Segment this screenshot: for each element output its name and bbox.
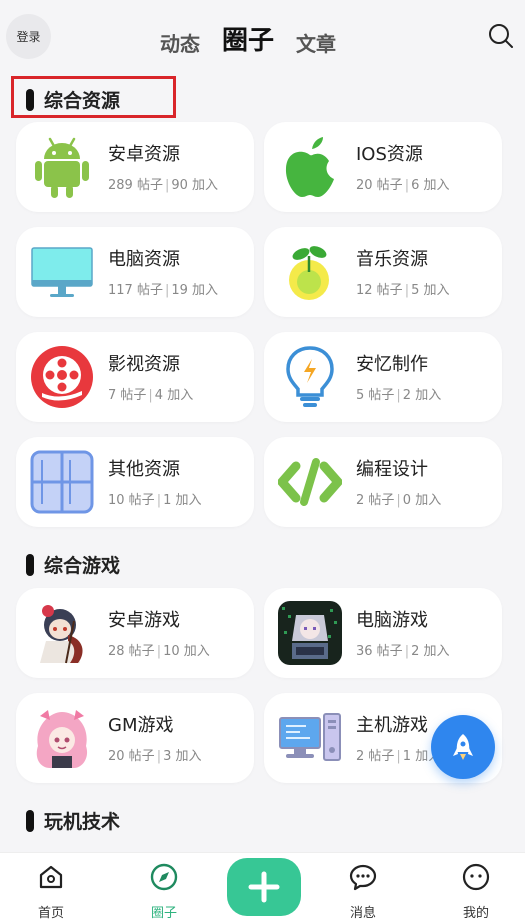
card-name: 电脑资源: [108, 249, 180, 270]
top-tabs: 动态 圈子 文章: [160, 20, 336, 57]
chat-icon: [349, 864, 377, 891]
circle-card-pc-games[interactable]: 电脑游戏 36 帖子 | 2 加入: [264, 588, 502, 678]
nav-label: 圈子: [150, 906, 177, 921]
card-stats: 12 帖子 | 5 加入: [356, 283, 450, 298]
pixel-character-icon: [278, 601, 342, 665]
section-header-games: 综合游戏: [26, 551, 120, 578]
plus-icon: [248, 871, 280, 903]
card-stats: 5 帖子 | 2 加入: [356, 388, 442, 403]
circle-card-gm-games[interactable]: GM游戏 20 帖子 | 3 加入: [16, 693, 254, 783]
section-marker: [26, 809, 34, 832]
card-name: 安卓游戏: [108, 610, 180, 631]
card-name: GM游戏: [108, 715, 174, 736]
card-stats: 7 帖子 | 4 加入: [108, 388, 194, 403]
nav-label: 首页: [37, 906, 64, 921]
circle-card-video-resources[interactable]: 影视资源 7 帖子 | 4 加入: [16, 332, 254, 422]
compass-icon: [150, 863, 178, 891]
computer-console-icon: [278, 706, 342, 770]
section-marker: [26, 553, 34, 576]
nav-label: 消息: [349, 906, 376, 921]
card-stats: 117 帖子 | 19 加入: [108, 283, 219, 298]
lightbulb-icon: [278, 345, 342, 409]
nav-label: 我的: [462, 906, 489, 921]
highlight-box: [11, 76, 176, 118]
circle-card-ios-resources[interactable]: IOS资源 20 帖子 | 6 加入: [264, 122, 502, 212]
card-name: 安忆制作: [356, 354, 428, 375]
card-stats: 2 帖子 | 1 加入: [356, 749, 442, 764]
apple-icon: [278, 135, 342, 199]
tab-dynamic[interactable]: 动态: [160, 28, 200, 57]
tab-circle[interactable]: 圈子: [222, 20, 274, 57]
create-post-button[interactable]: [227, 858, 301, 916]
card-name: 编程设计: [356, 459, 428, 480]
nav-home[interactable]: 首页: [11, 853, 91, 923]
card-stats: 20 帖子 | 6 加入: [356, 178, 450, 193]
search-icon[interactable]: [487, 22, 515, 50]
nav-messages[interactable]: 消息: [323, 853, 403, 923]
card-stats: 28 帖子 | 10 加入: [108, 644, 210, 659]
card-stats: 10 帖子 | 1 加入: [108, 493, 202, 508]
card-stats: 2 帖子 | 0 加入: [356, 493, 442, 508]
home-icon: [39, 865, 63, 889]
circle-card-android-games[interactable]: 安卓游戏 28 帖子 | 10 加入: [16, 588, 254, 678]
anime-girl-icon: [30, 706, 94, 770]
code-icon: [278, 450, 342, 514]
card-stats: 289 帖子 | 90 加入: [108, 178, 219, 193]
card-stats: 20 帖子 | 3 加入: [108, 749, 202, 764]
top-header: 登录 动态 圈子 文章: [0, 0, 525, 76]
section-title: 综合游戏: [44, 555, 121, 577]
circle-card-anyi-production[interactable]: 安忆制作 5 帖子 | 2 加入: [264, 332, 502, 422]
circle-card-other-resources[interactable]: 其他资源 10 帖子 | 1 加入: [16, 437, 254, 527]
rocket-icon: [453, 734, 473, 760]
anime-character-icon: [30, 601, 94, 665]
card-name: IOS资源: [356, 144, 423, 165]
section-header-tech: 玩机技术: [26, 807, 120, 834]
android-icon: [30, 135, 94, 199]
card-name: 主机游戏: [356, 715, 428, 736]
card-stats: 36 帖子 | 2 加入: [356, 644, 450, 659]
card-name: 电脑游戏: [356, 610, 428, 631]
login-button[interactable]: 登录: [6, 14, 51, 59]
card-name: 影视资源: [108, 354, 180, 375]
circle-card-android-resources[interactable]: 安卓资源 289 帖子 | 90 加入: [16, 122, 254, 212]
monitor-icon: [30, 240, 94, 304]
circle-card-pc-resources[interactable]: 电脑资源 117 帖子 | 19 加入: [16, 227, 254, 317]
circle-card-programming-design[interactable]: 编程设计 2 帖子 | 0 加入: [264, 437, 502, 527]
circle-card-music-resources[interactable]: 音乐资源 12 帖子 | 5 加入: [264, 227, 502, 317]
section-title: 玩机技术: [44, 811, 121, 833]
nav-circle[interactable]: 圈子: [124, 853, 204, 923]
nav-profile[interactable]: 我的: [436, 853, 516, 923]
film-reel-icon: [30, 345, 94, 409]
profile-icon: [462, 863, 490, 891]
card-name: 音乐资源: [356, 249, 428, 270]
rocket-fab-button[interactable]: [431, 715, 495, 779]
card-name: 其他资源: [108, 459, 180, 480]
grid-icon: [30, 450, 94, 514]
card-name: 安卓资源: [108, 144, 180, 165]
tab-articles[interactable]: 文章: [296, 28, 336, 57]
music-sprout-icon: [278, 240, 342, 304]
